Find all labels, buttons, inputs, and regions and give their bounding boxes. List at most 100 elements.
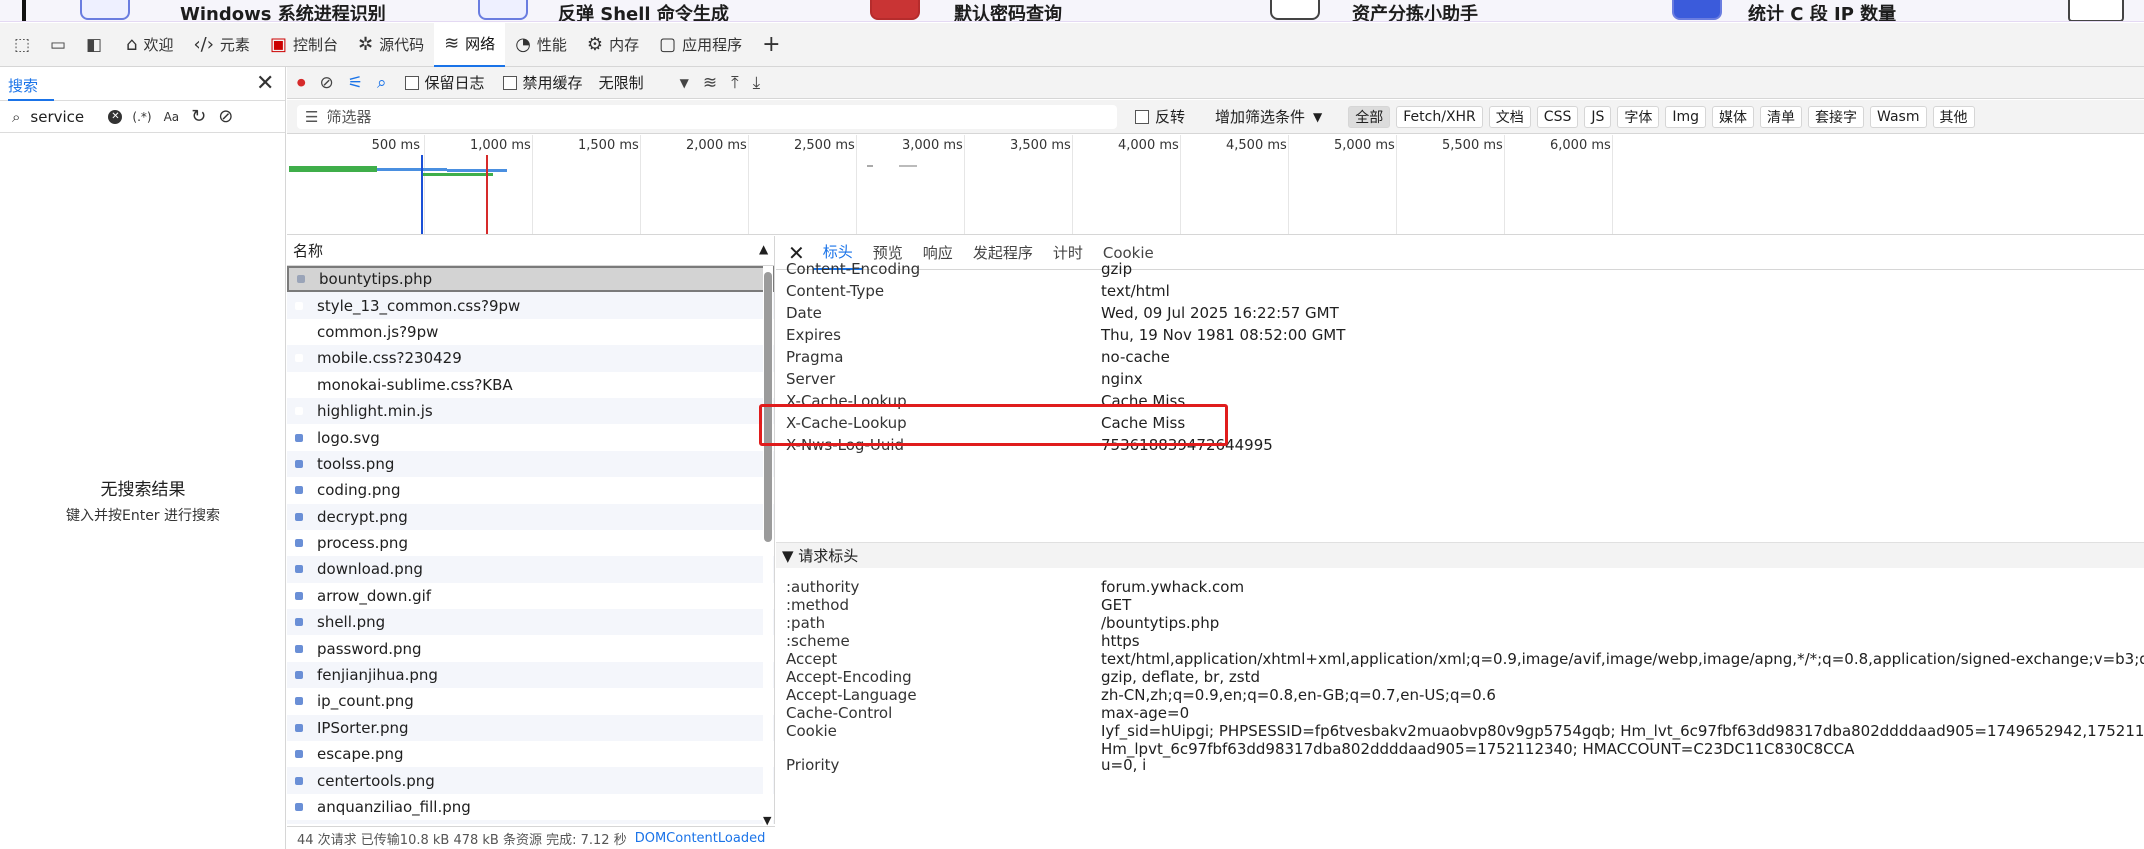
tab-sources[interactable]: ✲ 源代码 <box>348 23 434 67</box>
type-filter-font[interactable]: 字体 <box>1617 105 1660 128</box>
request-header-name: Accept <box>786 650 838 668</box>
tab-application[interactable]: ▢ 应用程序 <box>649 23 752 67</box>
request-row[interactable]: common.js?9pw <box>287 319 774 345</box>
type-filter-css[interactable]: CSS <box>1536 105 1579 128</box>
request-row[interactable]: bountytips.php <box>287 266 774 293</box>
response-header-name: Content-Encoding <box>786 260 921 278</box>
sorter-icon <box>1270 0 1320 20</box>
timeline-gridline <box>1612 135 1613 234</box>
search-icon[interactable]: ⌕ <box>377 73 387 93</box>
timeline-tick-label: 1,000 ms <box>470 138 531 153</box>
clear-search-icon[interactable]: ⊘ <box>218 106 233 127</box>
request-list: 名称 ▲ bountytips.php style_13_common.css?9… <box>287 236 775 824</box>
img-icon <box>295 776 303 785</box>
timeline-tick-label: 500 ms <box>371 138 420 153</box>
more-filters-button[interactable]: 增加筛选条件 <box>1215 106 1305 127</box>
throttle-select[interactable]: 无限制 <box>599 72 644 93</box>
request-row[interactable]: style_13_common.css?9pw <box>287 292 774 319</box>
disable-cache-checkbox[interactable] <box>502 75 517 90</box>
tab-network[interactable]: ≋ 网络 <box>434 22 506 67</box>
upload-icon[interactable]: ⤒ <box>731 73 739 93</box>
request-list-scrollbar[interactable]: ▼ <box>763 266 773 827</box>
timeline-gridline <box>1180 135 1181 234</box>
request-row[interactable]: centertools.png <box>287 767 774 794</box>
img-icon <box>295 803 303 811</box>
timeline-tick-label: 1,500 ms <box>578 138 639 153</box>
invert-checkbox[interactable] <box>1135 109 1149 124</box>
tab-performance[interactable]: ◔ 性能 <box>505 23 577 67</box>
tab-elements[interactable]: ‹/› 元素 <box>183 23 259 67</box>
device-toggle-icon[interactable]: ▭ <box>44 31 72 59</box>
type-filter-manifest[interactable]: 清单 <box>1760 105 1803 128</box>
request-row[interactable]: logo.svg <box>287 424 774 450</box>
request-row[interactable]: escape.png <box>287 741 774 767</box>
request-row[interactable]: IPSorter.png <box>287 714 774 742</box>
request-row[interactable]: decrypt.png <box>287 503 774 530</box>
details-tabs: ✕ 标头 预览 响应 发起程序 计时 Cookie <box>776 236 2144 270</box>
network-overview-timeline[interactable]: 500 ms 1,000 ms 1,500 ms 2,000 ms 2,500 ms 3,… <box>287 135 2144 235</box>
close-icon[interactable]: ✕ <box>256 71 274 96</box>
request-row[interactable]: ip_count.png <box>287 688 774 714</box>
request-row[interactable]: arrow_down.gif <box>287 583 774 609</box>
download-icon[interactable]: ⤓ <box>753 73 761 93</box>
wifi-icon: ≋ <box>444 33 460 54</box>
type-filter-img[interactable]: Img <box>1665 105 1707 128</box>
clear-log-icon[interactable]: ⊘ <box>320 73 334 93</box>
network-conditions-icon[interactable]: ≋ <box>703 73 717 93</box>
request-row[interactable]: process.png <box>287 530 774 556</box>
timeline-gridline <box>856 135 857 234</box>
tab-response[interactable]: 响应 <box>913 236 963 270</box>
request-row[interactable]: monokai-sublime.css?KBA <box>287 372 774 398</box>
record-icon[interactable]: ⏺ <box>297 73 306 93</box>
type-filter-xhr[interactable]: Fetch/XHR <box>1396 105 1483 128</box>
name-column-header[interactable]: 名称 ▲ <box>287 236 774 266</box>
request-row[interactable]: coding.png <box>287 477 774 503</box>
preserve-log-checkbox[interactable] <box>404 75 419 90</box>
type-filter-doc[interactable]: 文档 <box>1488 105 1531 128</box>
tab-welcome[interactable]: ⌂ 欢迎 <box>116 23 183 67</box>
img-icon <box>295 618 303 627</box>
timeline-gridline <box>1288 135 1289 234</box>
search-input[interactable]: service <box>30 108 108 126</box>
type-filter-all[interactable]: 全部 <box>1348 105 1391 128</box>
sort-up-icon[interactable]: ▲ <box>759 242 768 256</box>
regex-toggle[interactable]: (.*) <box>132 110 151 124</box>
chevron-down-icon[interactable]: ▼ <box>1313 110 1322 124</box>
request-row[interactable]: password.png <box>287 635 774 661</box>
type-filter-media[interactable]: 媒体 <box>1712 105 1755 128</box>
tab-initiator[interactable]: 发起程序 <box>963 236 1043 270</box>
request-row[interactable]: highlight.min.js <box>287 397 774 425</box>
tab-console[interactable]: ▣ 控制台 <box>260 23 348 67</box>
match-case-toggle[interactable]: Aa <box>164 110 180 124</box>
type-filter-wasm[interactable]: Wasm <box>1870 105 1927 128</box>
request-row[interactable]: fccan.png <box>287 820 774 824</box>
type-filter-js[interactable]: JS <box>1584 105 1612 128</box>
dock-icon[interactable]: ◧ <box>80 31 108 59</box>
request-header-name: :path <box>786 614 826 632</box>
request-headers-section[interactable]: ▼ 请求标头 <box>776 542 2144 568</box>
web-card-title: 统计 C 段 IP 数量 <box>1748 4 1897 22</box>
request-row[interactable]: fenjianjihua.png <box>287 661 774 689</box>
chevron-down-icon[interactable]: ▼ <box>680 76 689 90</box>
add-tab-button[interactable]: + <box>752 23 790 67</box>
inspect-icon[interactable]: ⬚ <box>8 31 36 59</box>
request-row[interactable]: toolss.png <box>287 450 774 478</box>
request-header-value: Iyf_sid=hUipgi; PHPSESSID=fp6tvesbakv2mu… <box>1101 722 2144 740</box>
tab-timing[interactable]: 计时 <box>1043 236 1093 270</box>
type-filter-other[interactable]: 其他 <box>1932 105 1975 128</box>
network-toolbar: ⏺ ⊘ ⚟ ⌕ 保留日志 禁用缓存 无限制 ▼ ≋ ⤒ ⤓ <box>287 67 2144 99</box>
type-filter-socket[interactable]: 套接字 <box>1808 105 1865 128</box>
request-row[interactable]: anquanziliao_fill.png <box>287 794 774 820</box>
request-row[interactable]: download.png <box>287 556 774 583</box>
dom-content-loaded-link[interactable]: DOMContentLoaded <box>635 831 766 846</box>
filter-input[interactable]: ☰ 筛选器 <box>297 104 1117 129</box>
refresh-icon[interactable]: ↻ <box>191 106 206 127</box>
clear-icon[interactable]: ✕ <box>108 109 123 124</box>
filter-icon[interactable]: ⚟ <box>348 73 363 93</box>
request-name: ip_count.png <box>317 692 414 711</box>
tab-search[interactable]: 搜索 <box>8 75 54 101</box>
tab-memory[interactable]: ⚙ 内存 <box>577 23 649 67</box>
timeline-tick-label: 4,500 ms <box>1226 138 1287 153</box>
request-row[interactable]: shell.png <box>287 609 774 636</box>
request-row[interactable]: mobile.css?230429 <box>287 345 774 372</box>
